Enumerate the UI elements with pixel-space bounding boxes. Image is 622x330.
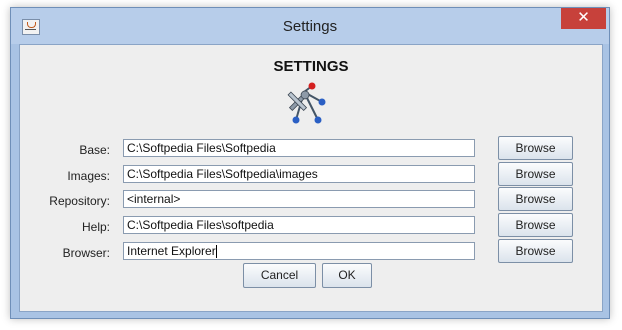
base-label: Base: <box>79 143 110 157</box>
repository-field[interactable] <box>123 190 475 208</box>
browser-browse-button[interactable]: Browse <box>498 239 573 263</box>
repository-label: Repository: <box>49 194 110 208</box>
settings-window: Settings ✕ SETTINGS Base: Browse <box>10 7 610 319</box>
title-bar[interactable]: Settings ✕ <box>11 8 609 44</box>
repository-browse-button[interactable]: Browse <box>498 187 573 211</box>
help-field[interactable] <box>123 216 475 234</box>
window-title: Settings <box>282 18 338 35</box>
base-field[interactable] <box>123 139 475 157</box>
images-browse-button[interactable]: Browse <box>498 162 573 186</box>
tools-icon <box>287 82 326 124</box>
help-browse-button[interactable]: Browse <box>498 213 573 237</box>
close-button[interactable]: ✕ <box>561 8 606 29</box>
base-browse-button[interactable]: Browse <box>498 136 573 160</box>
help-label: Help: <box>81 220 110 234</box>
close-icon: ✕ <box>577 9 590 26</box>
settings-panel: SETTINGS Base: Browse Images: Browse <box>19 44 603 312</box>
browser-label: Browser: <box>62 246 110 260</box>
browser-field[interactable] <box>123 242 475 260</box>
images-label: Images: <box>67 169 110 183</box>
ok-button[interactable]: OK <box>322 263 372 288</box>
cancel-button[interactable]: Cancel <box>243 263 316 288</box>
text-caret <box>216 245 217 258</box>
images-field[interactable] <box>123 165 475 183</box>
page-title: SETTINGS <box>273 58 349 75</box>
